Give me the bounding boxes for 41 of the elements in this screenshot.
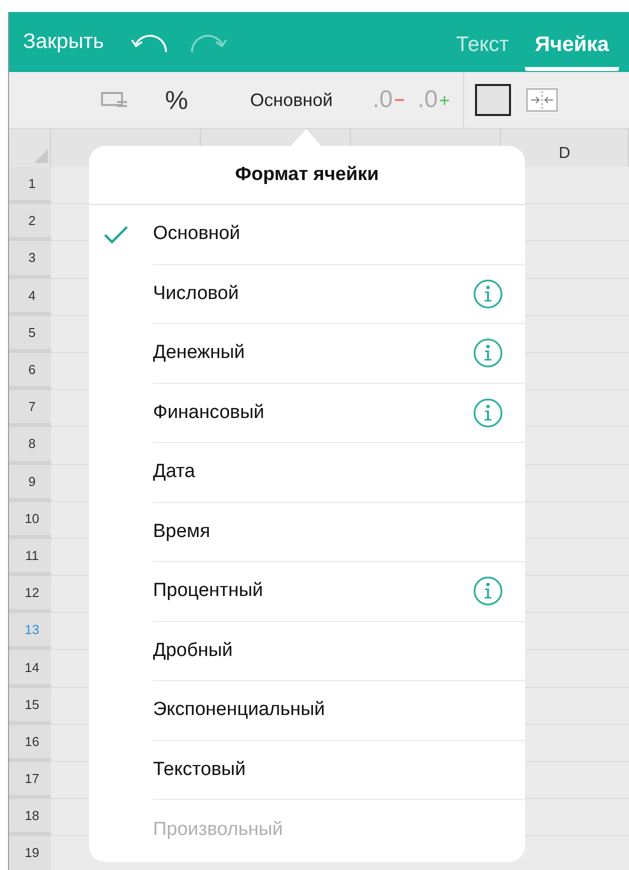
minus-icon xyxy=(394,99,404,101)
format-option[interactable]: Экспоненциальный xyxy=(89,681,525,740)
row-header[interactable]: 8 xyxy=(9,427,51,464)
row-header[interactable]: 16 xyxy=(9,724,51,762)
info-icon[interactable] xyxy=(473,278,503,309)
row-header[interactable]: 2 xyxy=(9,204,51,242)
row-header[interactable]: 3 xyxy=(9,241,51,279)
row-header[interactable]: 4 xyxy=(9,278,51,316)
format-option[interactable]: Процентный xyxy=(89,562,525,622)
format-option[interactable]: Текстовый xyxy=(89,740,525,800)
row-header[interactable]: 19 xyxy=(9,836,51,870)
row-header[interactable]: 11 xyxy=(9,538,51,576)
row-header[interactable]: 12 xyxy=(9,576,51,614)
format-option[interactable]: Денежный xyxy=(89,324,525,384)
row-header[interactable]: 18 xyxy=(9,799,51,836)
row-header[interactable]: 7 xyxy=(9,390,51,428)
row-header[interactable]: 9 xyxy=(9,464,51,502)
row-header[interactable]: 1 xyxy=(9,167,51,204)
format-option[interactable]: Дробный xyxy=(89,622,525,681)
format-option[interactable]: Финансовый xyxy=(89,384,525,443)
format-option[interactable]: Числовой xyxy=(89,264,525,324)
row-header[interactable]: 6 xyxy=(9,352,51,390)
info-icon[interactable] xyxy=(473,338,503,368)
format-button[interactable]: Основной xyxy=(250,90,333,110)
row-header[interactable]: 17 xyxy=(9,762,51,800)
cell-fill-icon[interactable] xyxy=(474,83,512,117)
number-format-icon[interactable] xyxy=(101,90,129,110)
row-header[interactable]: 10 xyxy=(9,502,51,539)
format-option[interactable]: Время xyxy=(89,502,525,562)
format-option[interactable]: Дата xyxy=(89,443,525,502)
percent-button[interactable]: % xyxy=(165,84,188,116)
format-option[interactable]: Основной xyxy=(89,205,525,264)
info-icon[interactable] xyxy=(473,576,503,606)
plus-icon xyxy=(440,96,449,104)
info-icon[interactable] xyxy=(473,398,503,428)
row-header[interactable]: 14 xyxy=(9,650,51,688)
row-header[interactable]: 5 xyxy=(9,316,51,353)
corner-triangle-icon xyxy=(34,149,48,163)
merge-cells-icon[interactable] xyxy=(526,88,558,112)
row-header[interactable]: 15 xyxy=(9,688,51,725)
popover-title: Формат ячейки xyxy=(89,146,525,205)
